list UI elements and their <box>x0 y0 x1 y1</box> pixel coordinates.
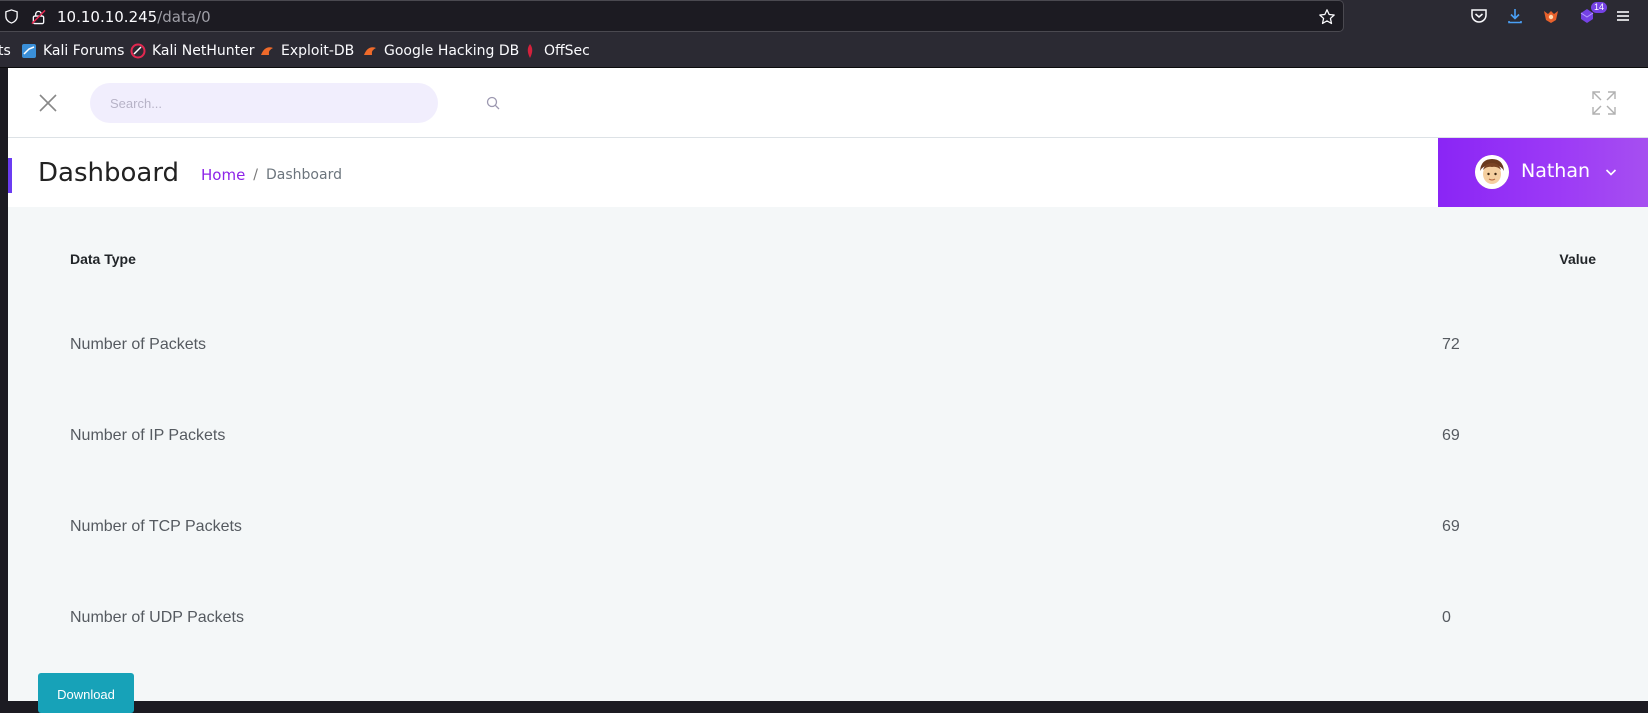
address-bar[interactable]: 10.10.10.245/data/0 <box>0 0 1344 32</box>
row-data-type: Number of IP Packets <box>70 427 226 444</box>
url-path: /data/0 <box>157 8 211 26</box>
url-host: 10.10.10.245 <box>57 8 158 26</box>
row-data-type: Number of Packets <box>70 336 207 353</box>
bookmark-label: ts <box>0 43 11 59</box>
bookmark-label: Kali Forums <box>43 43 125 59</box>
data-table: Data Type Value Number of Packets 72 Num… <box>70 243 1596 700</box>
insecure-lock-icon[interactable] <box>31 9 46 25</box>
row-data-type: Number of UDP Packets <box>70 609 244 626</box>
page-content: Dashboard Home / Dashboard Nathan <box>8 68 1648 713</box>
bookmark-label: OffSec <box>544 43 590 59</box>
bookmark-label: Exploit-DB <box>281 43 355 59</box>
bookmark-kali-tools[interactable]: ts <box>0 42 11 60</box>
breadcrumb-home-link[interactable]: Home <box>201 166 245 184</box>
bookmark-label: Kali NetHunter <box>152 43 255 59</box>
avatar[interactable] <box>1475 155 1509 189</box>
bookmark-star-icon[interactable] <box>1318 8 1336 26</box>
bookmark-label: Google Hacking DB <box>384 43 520 59</box>
tracking-shield-icon[interactable] <box>4 9 19 24</box>
column-header-data-type: Data Type <box>70 251 136 267</box>
breadcrumb-current: Dashboard <box>266 167 342 183</box>
table-row: Number of UDP Packets 0 <box>70 609 1596 700</box>
column-header-value: Value <box>1559 251 1596 267</box>
ghdb-icon <box>364 47 376 55</box>
page-title: Dashboard <box>38 158 180 188</box>
downloads-icon[interactable] <box>1506 7 1524 25</box>
table-row: Number of Packets 72 <box>70 336 1596 427</box>
breadcrumb-separator: / <box>253 167 259 183</box>
table-header-row: Data Type Value <box>70 243 1596 279</box>
offsec-icon <box>527 44 533 58</box>
search-icon[interactable] <box>486 96 500 110</box>
pocket-icon[interactable] <box>1470 7 1488 25</box>
bookmark-kali-forums[interactable]: Kali Forums <box>21 42 124 60</box>
row-data-type: Number of TCP Packets <box>70 518 242 535</box>
close-sidebar-icon[interactable] <box>38 93 58 113</box>
bookmark-exploit-db[interactable]: Exploit-DB <box>259 42 354 60</box>
foxyproxy-icon[interactable] <box>1542 7 1560 25</box>
breadcrumb: Home / Dashboard <box>201 166 342 184</box>
row-value: 72 <box>1442 336 1460 353</box>
table-row: Number of IP Packets 69 <box>70 427 1596 518</box>
url-text[interactable]: 10.10.10.245/data/0 <box>57 8 211 26</box>
avatar-image <box>1475 155 1509 189</box>
bookmark-google-hacking-db[interactable]: Google Hacking DB <box>362 42 519 60</box>
search-input[interactable] <box>110 93 400 113</box>
exploitdb-icon <box>261 47 273 55</box>
browser-toolbar: 10.10.10.245/data/0 14 <box>0 0 1648 34</box>
extension-badge: 14 <box>1591 2 1608 13</box>
bookmark-offsec[interactable]: OffSec <box>522 42 590 60</box>
chevron-down-icon[interactable] <box>1605 166 1617 178</box>
row-value: 0 <box>1442 609 1451 626</box>
header-accent-bar <box>8 158 12 193</box>
user-menu[interactable]: Nathan <box>1438 138 1648 207</box>
bookmark-kali-nethunter[interactable]: Kali NetHunter <box>130 42 254 60</box>
kali-forums-icon <box>22 44 36 58</box>
row-value: 69 <box>1442 427 1460 444</box>
search-box[interactable] <box>90 83 500 123</box>
fullscreen-icon[interactable] <box>1591 90 1617 116</box>
nethunter-icon <box>130 43 146 59</box>
table-row: Number of TCP Packets 69 <box>70 518 1596 609</box>
hamburger-menu-icon[interactable] <box>1614 7 1632 25</box>
bookmarks-toolbar: ts Kali Forums Kali NetHunter Exploit-DB… <box>0 34 1648 68</box>
user-name: Nathan <box>1521 160 1591 182</box>
page-header: Dashboard Home / Dashboard Nathan <box>8 138 1648 207</box>
row-value: 69 <box>1442 518 1460 535</box>
top-navbar <box>8 68 1648 138</box>
download-button[interactable]: Download <box>38 673 134 713</box>
